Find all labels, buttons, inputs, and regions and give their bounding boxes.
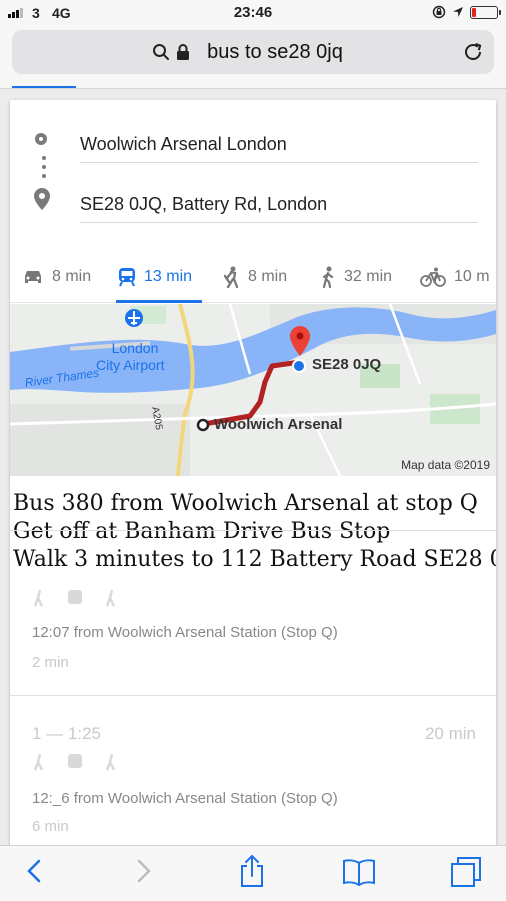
status-time: 23:46 xyxy=(233,4,273,21)
origin-text: Woolwich Arsenal London xyxy=(80,134,287,154)
active-tab-indicator xyxy=(116,300,202,303)
walking-time: 32 min xyxy=(344,268,393,285)
transit-time: 13 min xyxy=(144,268,193,285)
route-1-walk: 2 min xyxy=(32,654,69,671)
walk-icon xyxy=(322,266,334,288)
map-origin-label: Woolwich Arsenal xyxy=(214,416,343,433)
bookmarks-icon[interactable] xyxy=(342,858,376,886)
tab-transit[interactable]: 13 min xyxy=(118,252,192,302)
share-icon[interactable] xyxy=(238,854,266,888)
origin-field[interactable]: Woolwich Arsenal London xyxy=(80,126,478,163)
annotation-line-1: Bus 380 from Woolwich Arsenal at stop Q xyxy=(13,491,478,516)
tab-ride-hailing[interactable]: 8 min xyxy=(222,252,287,302)
route-2-time: 1 — 1:25 xyxy=(32,724,101,743)
tab-driving[interactable]: 8 min xyxy=(22,252,91,302)
airport-label: London xyxy=(111,340,159,356)
address-text: bus to se28 0jq xyxy=(207,41,343,63)
annotation-text: Bus 380 from Woolwich Arsenal at stop Q … xyxy=(13,490,496,574)
route-2-walk: 6 min xyxy=(32,818,69,835)
airport-label-line2: City Airport xyxy=(96,357,165,373)
battery-icon xyxy=(470,5,501,19)
annotation-line-3: Walk 3 minutes to 112 Battery Road SE28 … xyxy=(13,547,496,572)
back-icon[interactable] xyxy=(24,856,44,886)
page-load-indicator xyxy=(12,86,76,88)
destination-text: SE28 0JQ, Battery Rd, London xyxy=(80,194,328,214)
browser-address-area: bus to se28 0jq xyxy=(0,26,506,89)
route-dots-icon xyxy=(42,156,46,183)
annotation-line-2: Get off at Banham Drive Bus Stop xyxy=(13,519,391,544)
tab-cycling[interactable]: 10 m xyxy=(420,252,490,302)
train-icon xyxy=(119,268,135,287)
route-2-duration: 20 min xyxy=(424,724,476,743)
route-divider xyxy=(10,695,496,696)
route-map[interactable]: London City Airport River Thames A205 SE… xyxy=(10,304,496,476)
route-option-1[interactable]: 12:07 from Woolwich Arsenal Station (Sto… xyxy=(10,580,496,694)
orientation-lock-icon xyxy=(432,5,446,19)
ride-time: 8 min xyxy=(248,268,288,285)
ride-hail-icon xyxy=(223,266,239,288)
bike-icon xyxy=(420,267,446,287)
directions-card: Woolwich Arsenal London SE28 0JQ, Batter… xyxy=(10,100,496,860)
origin-marker-icon xyxy=(35,133,47,145)
address-bar[interactable]: bus to se28 0jq xyxy=(12,30,494,74)
travel-mode-tabs: 8 min 13 min 8 min 32 min 10 m xyxy=(10,252,496,303)
map-destination-label: SE28 0JQ xyxy=(312,356,382,373)
browser-toolbar xyxy=(0,845,506,901)
route-2-steps-icon xyxy=(33,753,116,771)
tabs-icon[interactable] xyxy=(450,856,482,888)
tab-walking[interactable]: 32 min xyxy=(320,252,392,302)
forward-icon[interactable] xyxy=(134,856,154,886)
cycling-time: 10 m xyxy=(454,268,490,285)
route-2-departure: 12:_6 from Woolwich Arsenal Station (Sto… xyxy=(32,790,338,807)
driving-time: 8 min xyxy=(52,268,92,285)
destination-pin-icon xyxy=(34,188,50,210)
map-attribution: Map data ©2019 xyxy=(401,458,490,472)
car-icon xyxy=(25,271,41,283)
location-arrow-icon xyxy=(453,7,463,17)
route-option-2[interactable]: 1 — 1:25 20 min 12:_6 from Woolwich Arse… xyxy=(10,710,496,850)
route-1-departure: 12:07 from Woolwich Arsenal Station (Sto… xyxy=(32,624,338,641)
overlay-divider xyxy=(10,530,496,531)
destination-field[interactable]: SE28 0JQ, Battery Rd, London xyxy=(80,186,478,223)
map-canvas xyxy=(10,304,496,476)
reload-icon[interactable] xyxy=(462,41,484,63)
status-bar: 3 4G 23:46 xyxy=(0,0,506,26)
route-steps-icon xyxy=(33,589,116,607)
